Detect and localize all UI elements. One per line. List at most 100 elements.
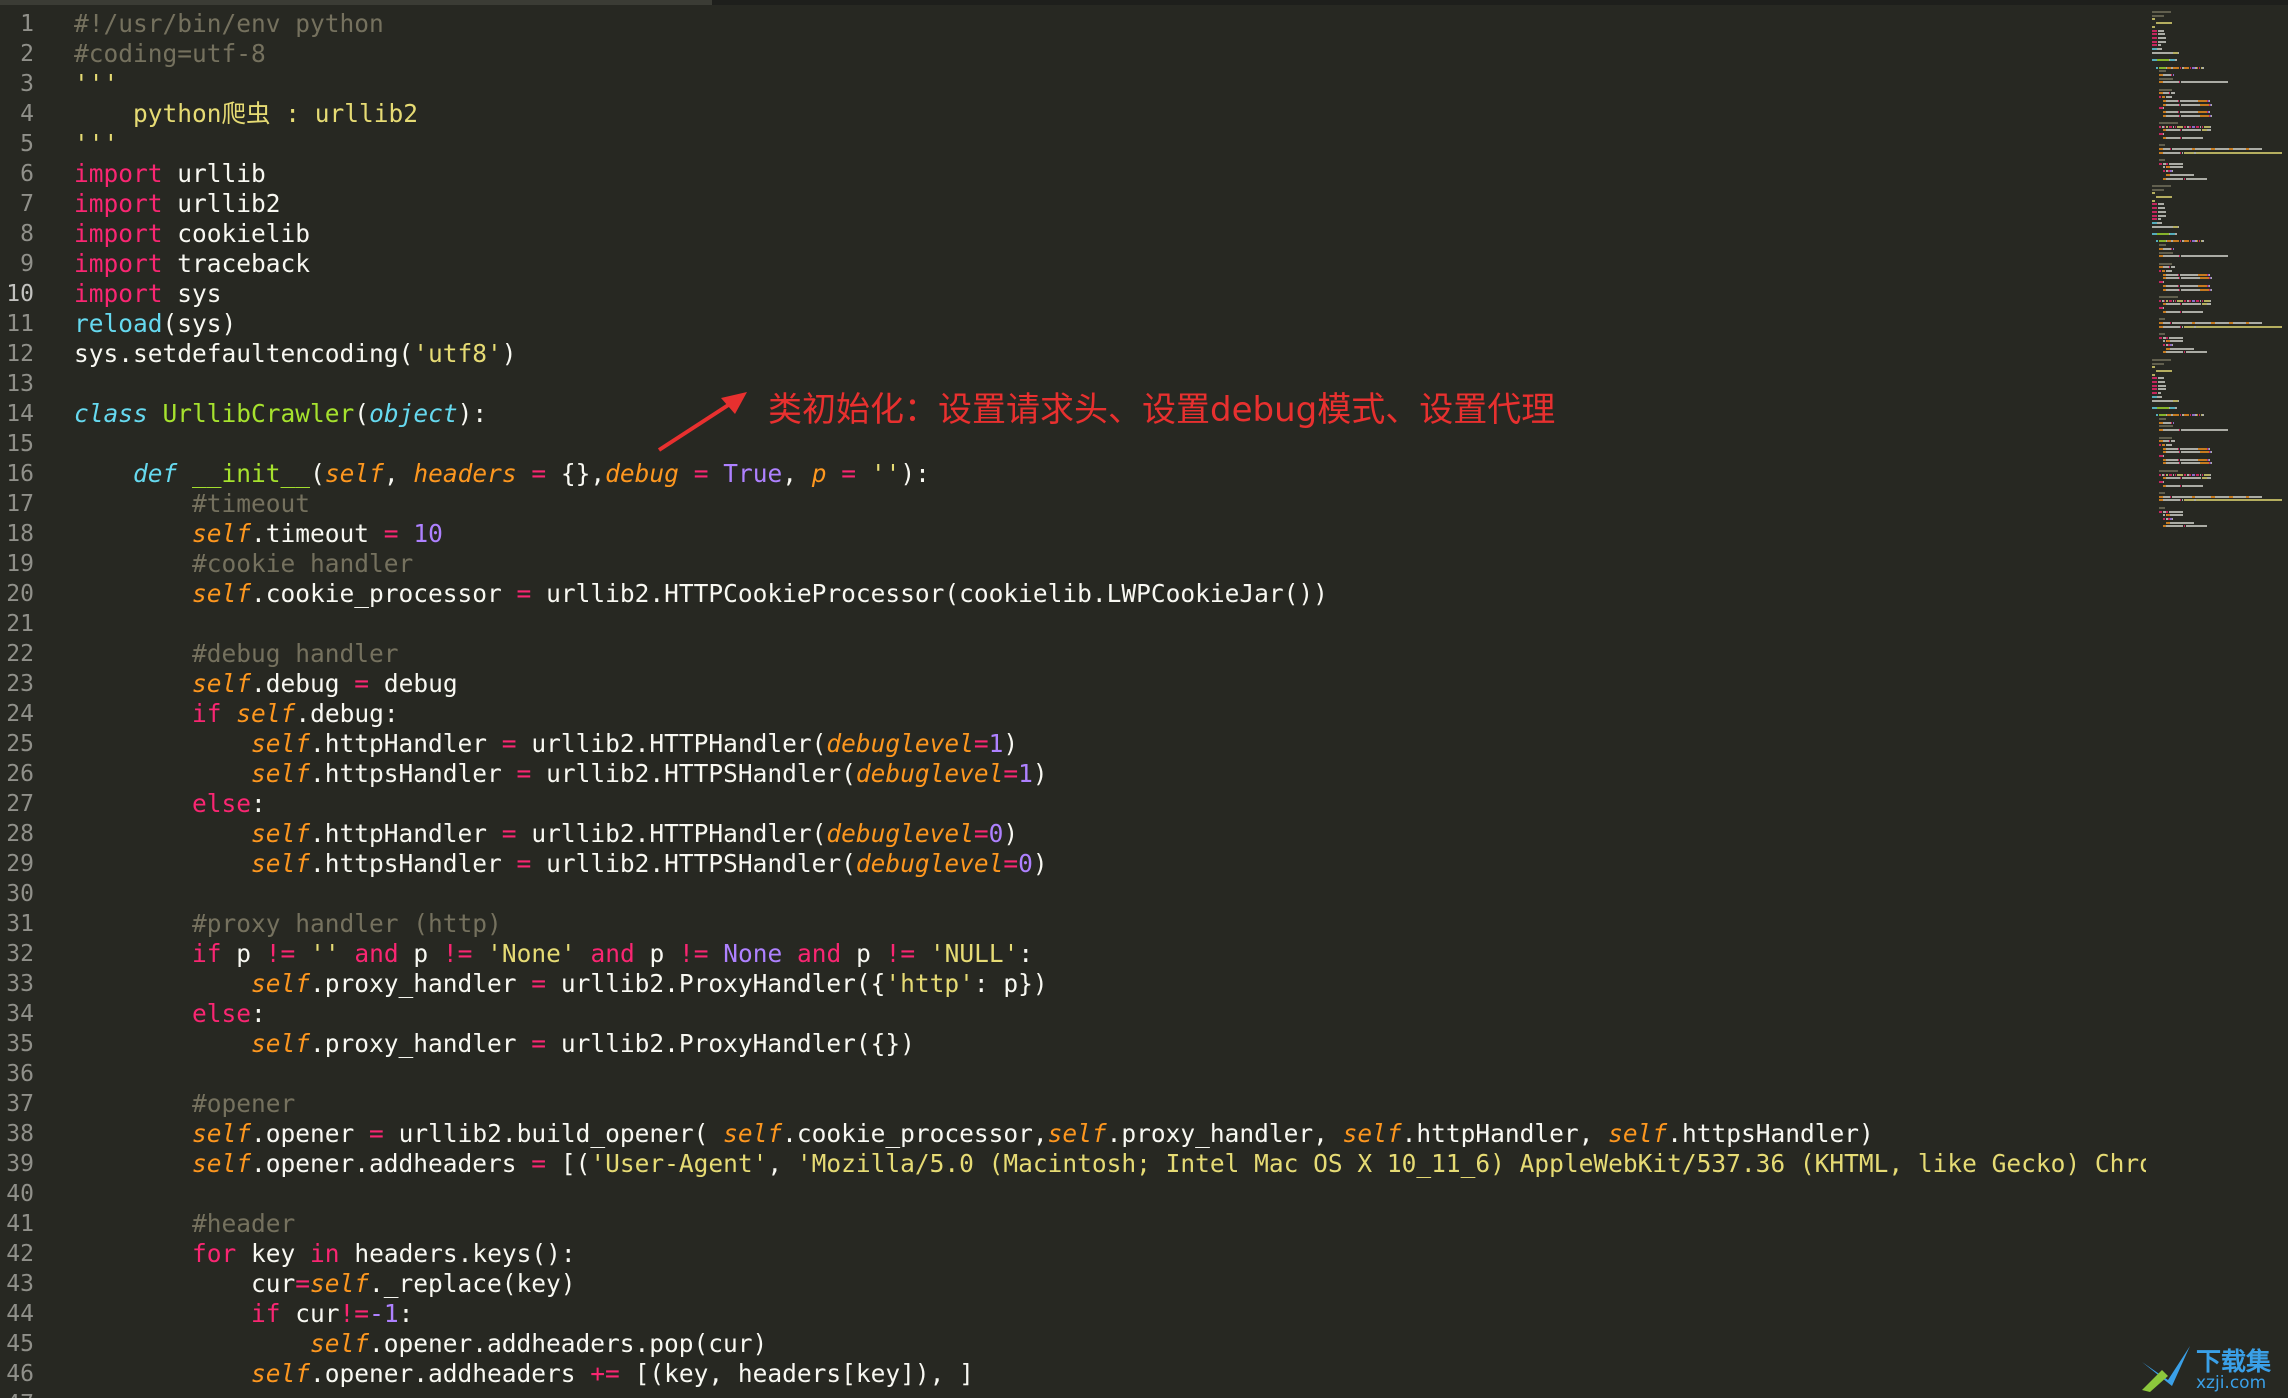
minimap-mark xyxy=(2188,473,2191,476)
minimap[interactable] xyxy=(2146,5,2288,1398)
code-token: '' xyxy=(870,459,901,488)
minimap-mark xyxy=(2152,210,2158,213)
line-number: 44 xyxy=(6,1301,34,1327)
code-editor[interactable]: 1 #!/usr/bin/env python 2 #coding=utf-8 3 '''… xyxy=(0,5,2146,1398)
code-line[interactable]: 42 for key in headers.keys(): xyxy=(0,1239,2146,1269)
code-line[interactable]: 40 xyxy=(0,1179,2146,1209)
code-token: self xyxy=(251,1359,311,1388)
code-line[interactable]: 34 else: xyxy=(0,999,2146,1029)
code-line[interactable]: 4 python爬虫 : urllib2 xyxy=(0,99,2146,129)
code-line[interactable]: 45 self.opener.addheaders.pop(cur) xyxy=(0,1329,2146,1359)
minimap-mark xyxy=(2166,177,2184,180)
code-line[interactable]: 23 self.debug = debug xyxy=(0,669,2146,699)
code-line[interactable]: 41 #header xyxy=(0,1209,2146,1239)
code-line[interactable]: 2 #coding=utf-8 xyxy=(0,39,2146,69)
line-number: 42 xyxy=(6,1241,34,1267)
code-line[interactable]: 9 import traceback xyxy=(0,249,2146,279)
code-line[interactable]: 16 def __init__(self, headers = {},debug… xyxy=(0,459,2146,489)
code-token: .httpHandler xyxy=(310,729,502,758)
code-line[interactable]: 47 xyxy=(0,1389,2146,1398)
code-line[interactable]: 29 self.httpsHandler = urllib2.HTTPSHand… xyxy=(0,849,2146,879)
minimap-mark xyxy=(2183,151,2195,154)
line-number: 38 xyxy=(6,1121,34,1147)
code-line[interactable]: 11 reload(sys) xyxy=(0,309,2146,339)
code-token: ''' xyxy=(74,129,119,158)
code-line[interactable]: 43 cur=self._replace(key) xyxy=(0,1269,2146,1299)
code-line[interactable]: 1 #!/usr/bin/env python xyxy=(0,9,2146,39)
minimap-mark xyxy=(2178,273,2179,276)
minimap-mark xyxy=(2162,281,2164,284)
code-line[interactable]: 37 #opener xyxy=(0,1089,2146,1119)
code-line[interactable]: 17 #timeout xyxy=(0,489,2146,519)
code-line[interactable]: 31 #proxy handler (http) xyxy=(0,909,2146,939)
code-token: [( xyxy=(546,1149,591,1178)
minimap-mark xyxy=(2159,469,2179,472)
code-line[interactable]: 12 sys.setdefaultencoding('utf8') xyxy=(0,339,2146,369)
code-line[interactable]: 39 self.opener.addheaders = [('User-Agen… xyxy=(0,1149,2146,1179)
code-token: __init__ xyxy=(192,459,311,488)
code-line[interactable]: 24 if self.debug: xyxy=(0,699,2146,729)
minimap-mark xyxy=(2179,99,2198,102)
code-line[interactable]: 8 import cookielib xyxy=(0,219,2146,249)
code-token: headers xyxy=(413,459,517,488)
code-line[interactable]: 7 import urllib2 xyxy=(0,189,2146,219)
minimap-mark xyxy=(2197,273,2207,276)
code-line[interactable]: 19 #cookie handler xyxy=(0,549,2146,579)
code-line[interactable]: 5 ''' xyxy=(0,129,2146,159)
code-line[interactable]: 3 ''' xyxy=(0,69,2146,99)
minimap-mark xyxy=(2170,321,2171,324)
code-line[interactable]: 6 import urllib xyxy=(0,159,2146,189)
code-line[interactable]: 15 xyxy=(0,429,2146,459)
minimap-mark xyxy=(2183,499,2195,502)
minimap-mark xyxy=(2162,321,2170,324)
code-line[interactable]: 33 self.proxy_handler = urllib2.ProxyHan… xyxy=(0,969,2146,999)
code-line[interactable]: 21 xyxy=(0,609,2146,639)
code-line[interactable]: 28 self.httpHandler = urllib2.HTTPHandle… xyxy=(0,819,2146,849)
code-line[interactable]: 27 else: xyxy=(0,789,2146,819)
code-line[interactable]: 30 xyxy=(0,879,2146,909)
minimap-mark xyxy=(2201,299,2204,302)
minimap-mark xyxy=(2170,514,2183,517)
code-line[interactable]: 25 self.httpHandler = urllib2.HTTPHandle… xyxy=(0,729,2146,759)
minimap-mark xyxy=(2198,240,2200,243)
minimap-mark xyxy=(2180,288,2200,291)
code-line[interactable]: 35 self.proxy_handler = urllib2.ProxyHan… xyxy=(0,1029,2146,1059)
minimap-mark xyxy=(2209,299,2211,302)
code-line[interactable]: 18 self.timeout = 10 xyxy=(0,519,2146,549)
code-token: else xyxy=(192,999,252,1028)
code-text: #debug handler xyxy=(74,639,399,669)
code-line[interactable]: 44 if cur!=-1: xyxy=(0,1299,2146,1329)
minimap-mark xyxy=(2174,125,2177,128)
minimap-mark xyxy=(2166,336,2169,339)
code-line[interactable]: 26 self.httpsHandler = urllib2.HTTPSHand… xyxy=(0,759,2146,789)
minimap-mark xyxy=(2215,495,2230,498)
code-line[interactable]: 36 xyxy=(0,1059,2146,1089)
code-token: self xyxy=(310,1329,370,1358)
minimap-mark xyxy=(2172,73,2175,76)
code-line[interactable]: 20 self.cookie_processor = urllib2.HTTPC… xyxy=(0,579,2146,609)
minimap-mark xyxy=(2162,81,2179,84)
minimap-mark xyxy=(2159,270,2161,272)
minimap-mark xyxy=(2169,266,2170,269)
minimap-mark xyxy=(2172,240,2179,243)
code-text: if cur!=-1: xyxy=(74,1299,413,1329)
code-line[interactable]: 10 import sys xyxy=(0,279,2146,309)
code-line[interactable]: 38 self.opener = urllib2.build_opener( s… xyxy=(0,1119,2146,1149)
minimap-mark xyxy=(2166,462,2179,465)
code-line[interactable]: 32 if p != '' and p != 'None' and p != N… xyxy=(0,939,2146,969)
code-text: self.proxy_handler = urllib2.ProxyHandle… xyxy=(74,1029,915,1059)
minimap-mark xyxy=(2152,33,2158,36)
code-line[interactable]: 46 self.opener.addheaders += [(key, head… xyxy=(0,1359,2146,1389)
code-token: .httpsHandler xyxy=(310,849,517,878)
code-token: 0 xyxy=(1018,849,1033,878)
code-line[interactable]: 22 #debug handler xyxy=(0,639,2146,669)
code-token: 'Mozilla/5.0 (Macintosh; Intel Mac OS X … xyxy=(796,1149,2146,1178)
code-text: self.debug = debug xyxy=(74,669,458,699)
minimap-mark xyxy=(2197,66,2198,69)
minimap-mark xyxy=(2163,125,2166,128)
